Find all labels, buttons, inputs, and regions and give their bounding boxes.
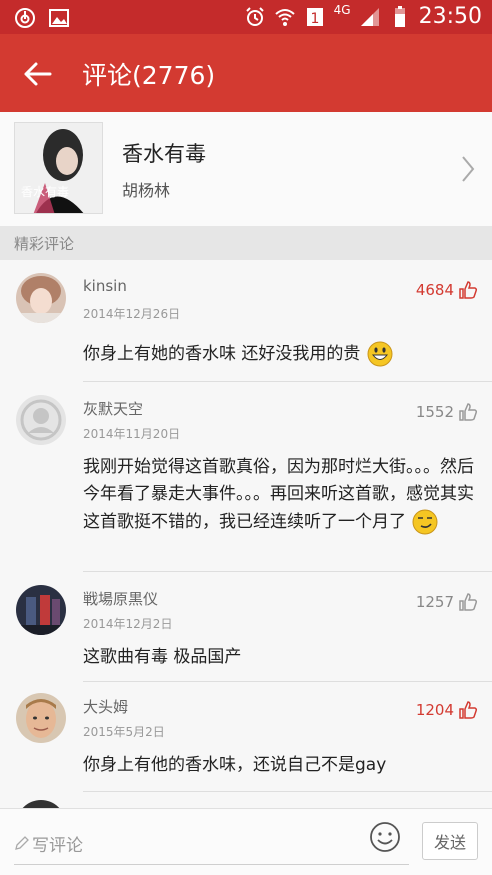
netease-music-icon	[15, 8, 35, 28]
page-title: 评论(2776)	[82, 61, 216, 90]
like-button[interactable]: 1257	[416, 592, 478, 612]
comment-input[interactable]: 写评论	[14, 829, 409, 865]
avatar[interactable]	[16, 585, 66, 635]
like-button[interactable]: 4684	[416, 280, 478, 300]
status-bar: 1 4G 23:50	[0, 0, 492, 34]
comment-text: 你身上有他的香水味，还说自己不是gay	[83, 755, 387, 775]
song-artist: 胡杨林	[122, 181, 171, 200]
grin-emoji-icon	[367, 341, 393, 367]
avatar[interactable]	[16, 693, 66, 743]
comment-input-bar: 写评论 发送	[0, 808, 492, 875]
back-arrow-icon[interactable]	[20, 56, 56, 92]
comment-date: 2015年5月2日	[83, 725, 165, 739]
emoji-icon[interactable]	[369, 821, 401, 853]
thumbs-up-icon	[459, 281, 478, 299]
comment-item: 大头姆 2015年5月2日 1204 你身上有他的香水味，还说自己不是gay	[0, 682, 492, 792]
like-count: 1257	[415, 593, 454, 611]
comment-input-placeholder: 写评论	[32, 836, 83, 856]
section-header: 精彩评论	[0, 226, 492, 260]
song-title: 香水有毒	[122, 142, 206, 166]
comment-list[interactable]: kinsin 2014年12月26日 4684 你身上有她的香水味 还好没我用的…	[0, 260, 492, 808]
battery-icon	[394, 5, 405, 27]
comment-item: 灰默天空 2014年11月20日 1552 我刚开始觉得这首歌真俗，因为那时烂大…	[0, 382, 492, 572]
network-type-label: 4G	[333, 2, 351, 17]
comment-text: 你身上有她的香水味 还好没我用的贵	[83, 340, 478, 368]
avatar[interactable]	[16, 395, 66, 445]
comment-date: 2014年12月2日	[83, 617, 173, 631]
comment-username[interactable]: 灰默天空	[83, 398, 143, 419]
send-button[interactable]: 发送	[422, 822, 478, 860]
like-count: 1552	[415, 403, 454, 421]
comment-date: 2014年11月20日	[83, 427, 181, 441]
image-icon	[49, 9, 69, 27]
comment-username[interactable]: 戦場原黒仪	[83, 588, 158, 609]
comment-item: 戦場原黒仪 2014年12月2日 1257 这歌曲有毒 极品国产	[0, 572, 492, 682]
like-count: 4684	[415, 281, 454, 299]
thumbs-up-icon	[459, 701, 478, 719]
like-button[interactable]: 1552	[416, 402, 478, 422]
divider	[83, 791, 492, 792]
comment-text: 我刚开始觉得这首歌真俗，因为那时烂大街。。。然后今年看了暴走大事件。。。再回来听…	[83, 454, 478, 536]
clock: 23:50	[418, 4, 482, 29]
avatar[interactable]	[16, 800, 66, 808]
like-button[interactable]: 1204	[416, 700, 478, 720]
comment-item: kinsin 2014年12月26日 4684 你身上有她的香水味 还好没我用的…	[0, 260, 492, 382]
thumbs-up-icon	[459, 403, 478, 421]
comment-text: 这歌曲有毒 极品国产	[83, 647, 242, 667]
app-bar: 评论(2776)	[0, 34, 492, 112]
wifi-icon	[274, 8, 295, 26]
svg-text:1: 1	[310, 11, 319, 27]
comment-username[interactable]: kinsin	[83, 277, 127, 295]
comment-username[interactable]: 大头姆	[83, 696, 128, 717]
like-count: 1204	[415, 701, 454, 719]
comment-date: 2014年12月26日	[83, 307, 181, 321]
comment-text-body: 你身上有她的香水味 还好没我用的贵	[83, 344, 361, 364]
album-cover-text: 香水有毒	[21, 185, 70, 199]
chevron-right-icon	[462, 156, 475, 182]
avatar[interactable]	[16, 273, 66, 323]
sim-1-icon: 1	[306, 7, 323, 27]
thumbs-up-icon	[459, 593, 478, 611]
album-cover: 香水有毒	[14, 122, 103, 214]
signal-icon	[360, 7, 379, 26]
alarm-icon	[245, 6, 264, 26]
smirk-emoji-icon	[412, 509, 438, 535]
pencil-icon	[15, 836, 29, 850]
song-card[interactable]: 香水有毒 香水有毒 胡杨林	[0, 112, 492, 226]
